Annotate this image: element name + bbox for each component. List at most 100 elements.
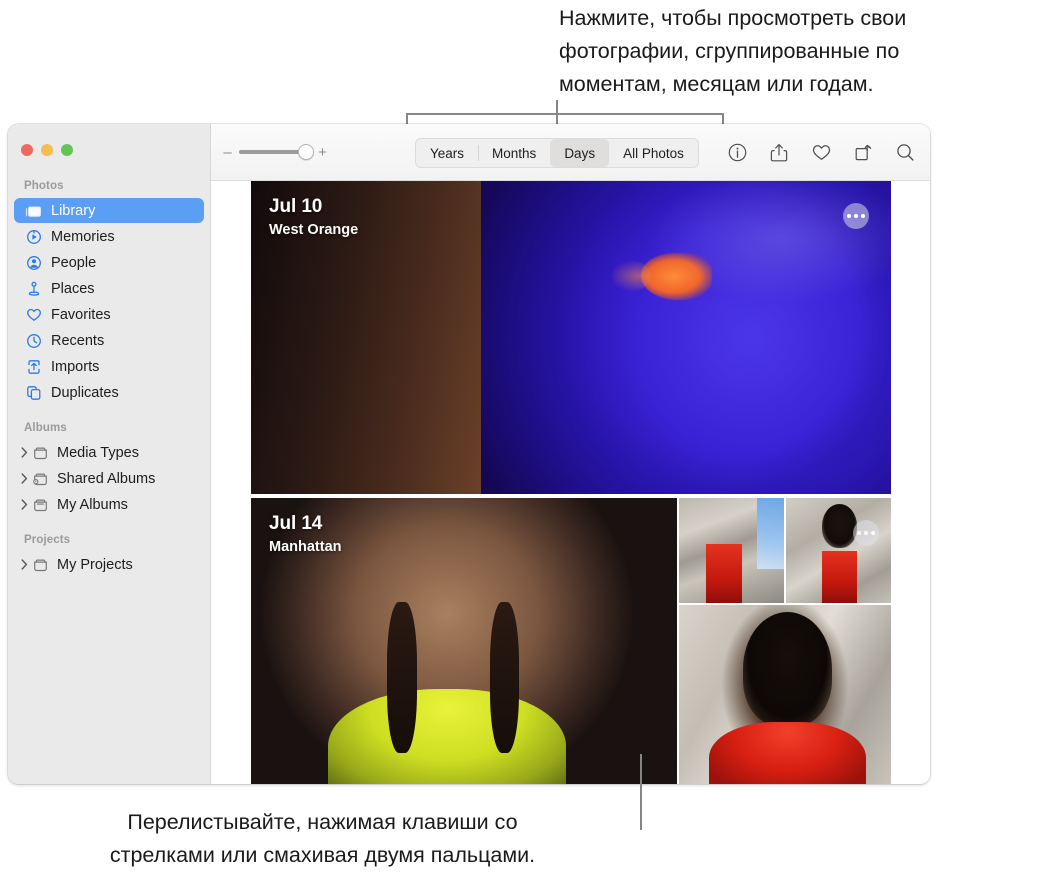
- photo-detail: [489, 602, 520, 754]
- toolbar-actions: [726, 124, 916, 180]
- photo-detail: [708, 722, 866, 784]
- sidebar-item-my-projects[interactable]: My Projects: [14, 552, 204, 577]
- photo-tile[interactable]: [679, 498, 784, 603]
- sidebar: Photos Library Memories People Places Fa…: [8, 124, 211, 784]
- sidebar-item-label: My Albums: [57, 496, 128, 513]
- places-pin-icon: [24, 280, 43, 297]
- info-icon[interactable]: [726, 141, 748, 163]
- sidebar-item-library[interactable]: Library: [14, 198, 204, 223]
- chevron-right-icon[interactable]: [17, 559, 31, 570]
- photo-tile[interactable]: [786, 498, 891, 603]
- dot: [864, 531, 868, 535]
- sidebar-section-albums-label: Albums: [24, 422, 67, 434]
- sidebar-item-recents[interactable]: Recents: [14, 328, 204, 353]
- chevron-right-icon[interactable]: [17, 499, 31, 510]
- sidebar-item-shared-albums[interactable]: Shared Albums: [14, 466, 204, 491]
- top-callout-bracket-top: [406, 113, 724, 115]
- sidebar-item-my-albums[interactable]: My Albums: [14, 492, 204, 517]
- tab-months[interactable]: Months: [478, 139, 550, 167]
- photo-tile[interactable]: Jul 14 Manhattan: [251, 498, 677, 784]
- people-icon: [24, 254, 43, 271]
- dot: [847, 214, 851, 218]
- window-controls: [21, 144, 73, 156]
- photos-window: Photos Library Memories People Places Fa…: [8, 124, 930, 784]
- more-options-button[interactable]: [843, 203, 869, 229]
- more-options-button[interactable]: [853, 520, 879, 546]
- photo-detail: [821, 504, 858, 549]
- photo-tile[interactable]: [679, 605, 891, 784]
- photo-image-manhattan: [251, 498, 677, 784]
- folder-icon: [31, 556, 50, 573]
- sidebar-item-duplicates[interactable]: Duplicates: [14, 380, 204, 405]
- sidebar-item-favorites[interactable]: Favorites: [14, 302, 204, 327]
- share-icon[interactable]: [768, 141, 790, 163]
- content-area: – + Years Months Days All Photos Jul 10 …: [211, 124, 930, 784]
- zoom-slider-track[interactable]: [239, 144, 314, 160]
- memories-icon: [24, 228, 43, 245]
- photo-image-building-hair: [786, 498, 891, 603]
- sidebar-item-imports[interactable]: Imports: [14, 354, 204, 379]
- folder-icon: [31, 444, 50, 461]
- heart-icon[interactable]: [810, 141, 832, 163]
- photo-detail: [742, 612, 832, 726]
- photo-image-portrait-red: [679, 605, 891, 784]
- sidebar-item-people[interactable]: People: [14, 250, 204, 275]
- sidebar-item-label: Library: [51, 202, 96, 219]
- bottom-callout-text: Перелистывайте, нажимая клавиши со стрел…: [109, 810, 536, 867]
- sidebar-item-label: Duplicates: [51, 384, 119, 401]
- chevron-right-icon[interactable]: [17, 473, 31, 484]
- sidebar-item-label: Places: [51, 280, 95, 297]
- tab-all-photos[interactable]: All Photos: [609, 139, 698, 167]
- zoom-slider[interactable]: – +: [223, 144, 327, 160]
- photo-detail: [327, 689, 567, 784]
- folder-icon: [31, 496, 50, 513]
- dot: [857, 531, 861, 535]
- sidebar-item-label: Shared Albums: [57, 470, 156, 487]
- tab-years[interactable]: Years: [416, 139, 478, 167]
- duplicates-icon: [24, 384, 43, 401]
- photo-grid[interactable]: Jul 10 West Orange Jul 14 Manhattan: [211, 181, 930, 784]
- sidebar-item-media-types[interactable]: Media Types: [14, 440, 204, 465]
- chevron-right-icon[interactable]: [17, 447, 31, 458]
- clock-icon: [24, 332, 43, 349]
- sidebar-section-photos-label: Photos: [24, 180, 64, 192]
- photo-image-building-hand: [679, 498, 784, 603]
- sidebar-item-label: Media Types: [57, 444, 139, 461]
- dot: [861, 214, 865, 218]
- search-icon[interactable]: [894, 141, 916, 163]
- sidebar-item-places[interactable]: Places: [14, 276, 204, 301]
- photo-image-west-orange: [251, 181, 891, 494]
- photo-group-jul-10: Jul 10 West Orange: [251, 181, 891, 498]
- sidebar-item-memories[interactable]: Memories: [14, 224, 204, 249]
- zoom-in-label[interactable]: +: [318, 145, 327, 160]
- sidebar-item-label: Imports: [51, 358, 100, 375]
- zoom-slider-thumb[interactable]: [298, 144, 314, 160]
- minimize-window-button[interactable]: [41, 144, 53, 156]
- close-window-button[interactable]: [21, 144, 33, 156]
- photo-detail: [251, 181, 891, 494]
- tab-days[interactable]: Days: [550, 139, 610, 167]
- toolbar: – + Years Months Days All Photos: [211, 124, 930, 181]
- sidebar-item-label: Favorites: [51, 306, 111, 323]
- rotate-icon[interactable]: [852, 141, 874, 163]
- photos-library-icon: [24, 202, 43, 219]
- photo-detail: [756, 498, 784, 570]
- sidebar-scroll-area: Photos Library Memories People Places Fa…: [8, 124, 210, 577]
- heart-icon: [24, 306, 43, 323]
- photo-group-jul-14: Jul 14 Manhattan: [251, 498, 891, 784]
- sidebar-item-label: People: [51, 254, 97, 271]
- dot: [871, 531, 875, 535]
- zoom-out-label[interactable]: –: [223, 145, 232, 160]
- sidebar-item-label: Memories: [51, 228, 115, 245]
- shared-folder-icon: [31, 470, 50, 487]
- sidebar-item-label: My Projects: [57, 556, 133, 573]
- maximize-window-button[interactable]: [61, 144, 73, 156]
- sidebar-section-projects-label: Projects: [24, 534, 71, 546]
- sidebar-item-label: Recents: [51, 332, 105, 349]
- photo-detail: [821, 550, 858, 603]
- photo-tile[interactable]: Jul 10 West Orange: [251, 181, 891, 494]
- top-callout-text: Нажмите, чтобы просмотреть свои фотограф…: [559, 6, 907, 96]
- view-mode-segmented-control[interactable]: Years Months Days All Photos: [415, 138, 699, 168]
- photo-detail: [387, 602, 418, 754]
- dot: [854, 214, 858, 218]
